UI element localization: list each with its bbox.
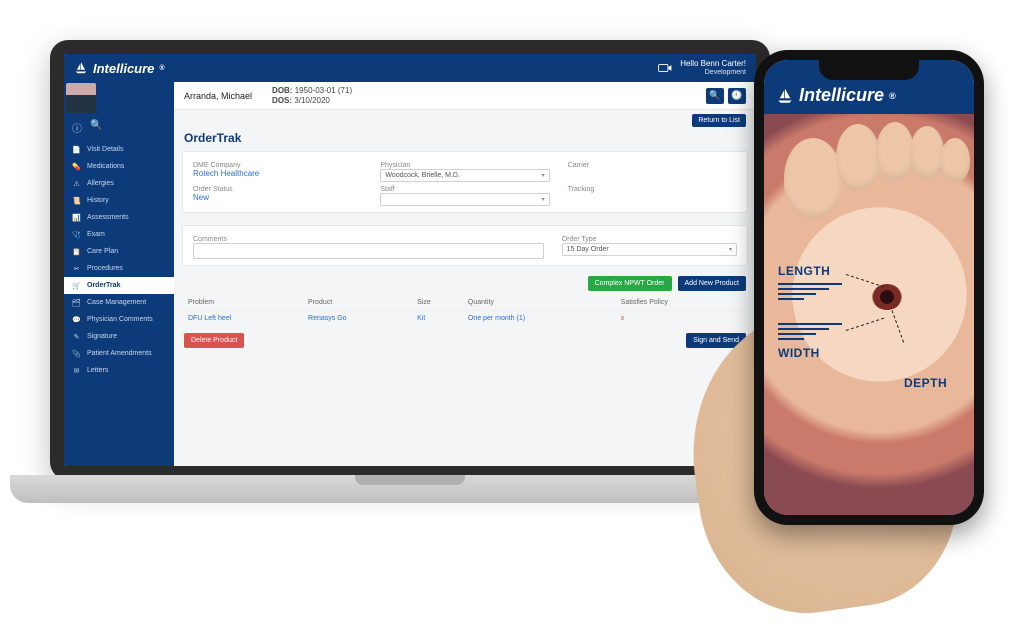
sidebar-info-icon[interactable]: ⓘ [72, 120, 82, 135]
avatar[interactable] [66, 83, 96, 113]
phone-frame: Intellicure® LENGTH WIDTH DEPTH [754, 50, 984, 525]
brand-text: Intellicure [93, 61, 154, 76]
table-row[interactable]: DFU Left heel Renasys Go Kit One per mon… [184, 311, 746, 327]
patient-name: Arranda, Michael [184, 91, 252, 101]
sailboat-icon [776, 87, 794, 105]
main-panel: Arranda, Michael DOB: 1950-03-01 (71) DO… [174, 82, 756, 466]
sidebar-item-label: Patient Amendments [87, 350, 152, 357]
length-ruler-icon [778, 280, 842, 303]
phone-in-hand: Intellicure® LENGTH WIDTH DEPTH [734, 50, 994, 570]
laptop-base [10, 475, 810, 503]
sidebar-item-label: Case Management [87, 299, 146, 306]
toe-graphic [876, 122, 914, 180]
sidebar-search-icon[interactable]: 🔍 [90, 120, 102, 135]
width-callout-line [846, 318, 884, 331]
physician-select[interactable]: Woodcock, Brielle, M.D.▾ [380, 169, 549, 182]
brand-logo: Intellicure® [74, 61, 165, 76]
sidebar-item-signature[interactable]: ✎ Signature [64, 328, 174, 345]
order-status-value[interactable]: New [193, 193, 362, 202]
sidebar-item-icon: 🩺 [72, 230, 81, 239]
toe-graphic [784, 138, 842, 218]
sidebar-item-label: Visit Details [87, 146, 123, 153]
length-callout-line [846, 274, 884, 287]
sidebar-item-label: Exam [87, 231, 105, 238]
wound-marker[interactable] [872, 284, 902, 310]
sidebar-item-label: Letters [87, 367, 108, 374]
sidebar-item-label: Care Plan [87, 248, 118, 255]
sidebar-item-icon: 📋 [72, 247, 81, 256]
depth-label: DEPTH [904, 376, 947, 390]
complex-npwt-button[interactable]: Complex NPWT Order [588, 276, 672, 291]
sidebar-item-allergies[interactable]: ⚠ Allergies [64, 175, 174, 192]
sidebar-item-care-plan[interactable]: 📋 Care Plan [64, 243, 174, 260]
sidebar-item-icon: 💊 [72, 162, 81, 171]
sidebar-item-patient-amendments[interactable]: 📎 Patient Amendments [64, 345, 174, 362]
width-ruler-icon [778, 320, 842, 343]
sailboat-icon [74, 61, 88, 75]
avatar-box [64, 82, 174, 114]
sidebar-item-icon: 📎 [72, 349, 81, 358]
page-title: OrderTrak [184, 131, 746, 145]
depth-callout-line [892, 310, 905, 342]
sidebar-item-exam[interactable]: 🩺 Exam [64, 226, 174, 243]
dme-company-value[interactable]: Rotech Healthcare [193, 169, 362, 178]
sidebar-item-history[interactable]: 📜 History [64, 192, 174, 209]
sidebar-item-label: Assessments [87, 214, 129, 221]
patient-dob-block: DOB: 1950-03-01 (71) DOS: 3/10/2020 [272, 86, 352, 105]
sidebar-item-icon: ⚠ [72, 179, 81, 188]
sidebar-item-icon: 📊 [72, 213, 81, 222]
sidebar-item-physician-comments[interactable]: 💬 Physician Comments [64, 311, 174, 328]
length-label: LENGTH [778, 264, 830, 278]
sidebar-item-ordertrak[interactable]: 🛒 OrderTrak [64, 277, 174, 294]
sidebar-item-icon: 🗂 [72, 298, 81, 307]
width-label: WIDTH [778, 346, 820, 360]
toe-graphic [836, 124, 880, 190]
sidebar-item-label: Procedures [87, 265, 123, 272]
sidebar: ⓘ 🔍 📄 Visit Details 💊 Medications ⚠ Allergies… [64, 82, 174, 466]
toe-graphic [940, 138, 970, 182]
staff-select[interactable]: ▾ [380, 193, 549, 206]
order-type-select[interactable]: 15 Day Order▾ [562, 243, 737, 256]
sidebar-item-label: Physician Comments [87, 316, 153, 323]
delete-product-button[interactable]: Delete Product [184, 333, 244, 348]
sidebar-item-medications[interactable]: 💊 Medications [64, 158, 174, 175]
phone-brand-logo: Intellicure® [776, 85, 896, 106]
sidebar-item-icon: ✂ [72, 264, 81, 273]
sidebar-item-icon: ✉ [72, 366, 81, 375]
sidebar-item-case-management[interactable]: 🗂 Case Management [64, 294, 174, 311]
sidebar-item-procedures[interactable]: ✂ Procedures [64, 260, 174, 277]
laptop-frame: Intellicure® Hello Benn Carter! Developm… [50, 40, 770, 480]
sidebar-item-letters[interactable]: ✉ Letters [64, 362, 174, 379]
sidebar-item-label: OrderTrak [87, 282, 120, 289]
phone-notch [819, 60, 919, 80]
camera-icon[interactable] [658, 63, 672, 73]
sidebar-item-assessments[interactable]: 📊 Assessments [64, 209, 174, 226]
phone-screen: Intellicure® LENGTH WIDTH DEPTH [764, 60, 974, 515]
sidebar-item-icon: 📄 [72, 145, 81, 154]
wound-photo[interactable]: LENGTH WIDTH DEPTH [764, 114, 974, 515]
sidebar-item-label: History [87, 197, 109, 204]
sidebar-item-label: Signature [87, 333, 117, 340]
comments-section: Comments Order Type 15 Day Order▾ [182, 225, 748, 266]
search-button[interactable]: 🔍 [706, 88, 724, 104]
sidebar-item-label: Allergies [87, 180, 114, 187]
sidebar-item-visit-details[interactable]: 📄 Visit Details [64, 141, 174, 158]
laptop-screen: Intellicure® Hello Benn Carter! Developm… [64, 54, 756, 466]
sidebar-item-label: Medications [87, 163, 124, 170]
order-table: Problem Product Size Quantity Satisfies … [184, 295, 746, 327]
order-form-section: DME CompanyRotech Healthcare Physician W… [182, 151, 748, 213]
toe-graphic [910, 126, 944, 178]
app-header: Intellicure® Hello Benn Carter! Developm… [64, 54, 756, 82]
sidebar-item-icon: 💬 [72, 315, 81, 324]
sidebar-item-icon: 🛒 [72, 281, 81, 290]
comments-input[interactable] [193, 243, 544, 259]
sidebar-item-icon: ✎ [72, 332, 81, 341]
patient-bar: Arranda, Michael DOB: 1950-03-01 (71) DO… [174, 82, 756, 110]
sidebar-item-icon: 📜 [72, 196, 81, 205]
